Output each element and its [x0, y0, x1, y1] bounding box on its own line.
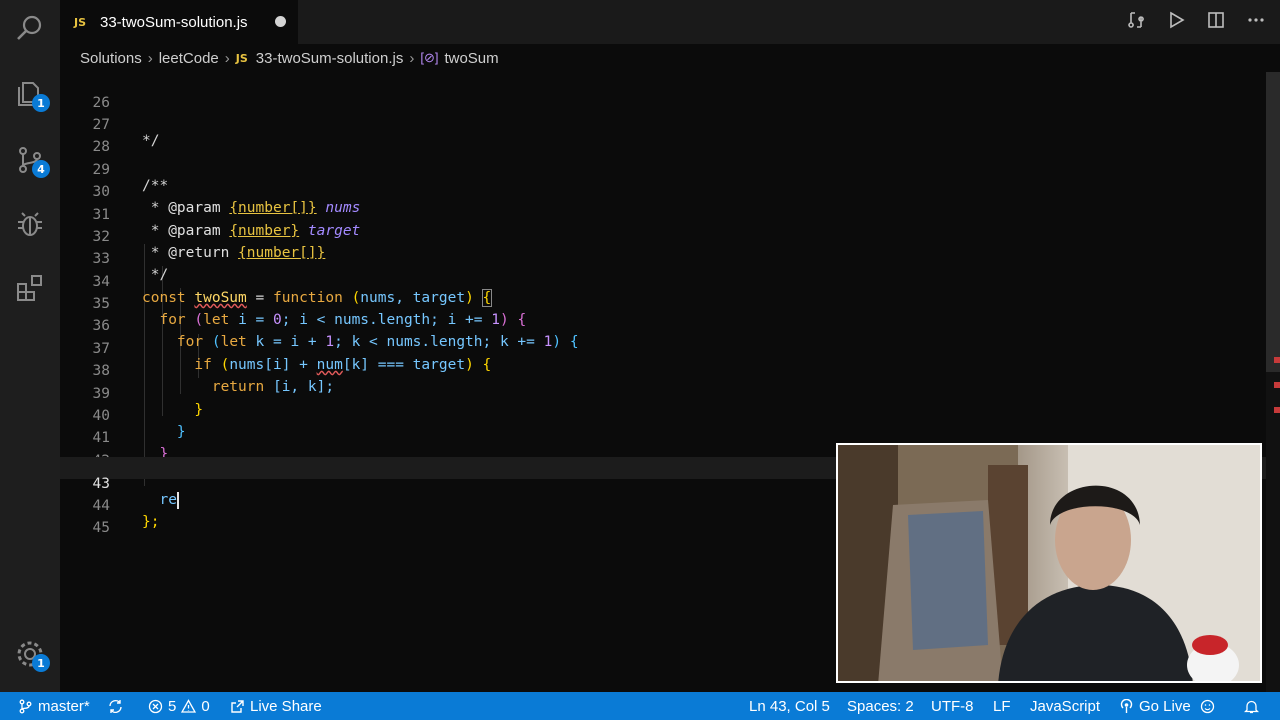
- code-line: 28: [92, 139, 110, 155]
- sync-icon: [109, 699, 122, 713]
- eol-setting[interactable]: LF: [993, 692, 1011, 720]
- code-line: 38 return [i, k];: [92, 363, 335, 395]
- more-actions-icon[interactable]: [1246, 10, 1266, 34]
- code-line: 34 const twoSum = function (nums, target…: [92, 274, 493, 307]
- code-line: 31 * @param {number} target: [92, 207, 361, 239]
- warning-count: 0: [201, 697, 210, 715]
- breadcrumb-item-solutions[interactable]: Solutions: [80, 50, 142, 67]
- status-bar: master* 5 0 Live Share Ln 43, Col 5 Spac…: [0, 692, 1280, 720]
- code-line: 32 * @return {number[]}: [92, 229, 326, 261]
- split-editor-icon[interactable]: [1206, 10, 1226, 34]
- warning-icon: [181, 698, 197, 713]
- code-line: 40 }: [92, 408, 186, 440]
- code-line: 36 for (let k = i + 1; k < nums.length; …: [92, 318, 579, 350]
- feedback-button[interactable]: [1200, 692, 1215, 720]
- tab-twosum-solution[interactable]: JS 33-twoSum-solution.js: [60, 0, 298, 44]
- scm-badge: 4: [32, 160, 50, 178]
- scrollbar-thumb[interactable]: [1266, 72, 1280, 372]
- cursor-position[interactable]: Ln 43, Col 5: [749, 692, 830, 720]
- code-line: 27 */: [92, 117, 160, 149]
- problems-indicator[interactable]: 5 0: [148, 692, 210, 720]
- broadcast-icon: [1120, 698, 1133, 713]
- javascript-file-icon: JS: [235, 51, 248, 65]
- unsaved-dot-icon[interactable]: [275, 16, 286, 27]
- chevron-right-icon: ›: [147, 49, 153, 67]
- language-mode[interactable]: JavaScript: [1030, 692, 1100, 720]
- webcam-person-image: [838, 445, 1260, 681]
- settings-gear-icon[interactable]: 1: [10, 634, 50, 674]
- code-line: 29 /**: [92, 162, 169, 194]
- explorer-badge: 1: [32, 94, 50, 112]
- editor-actions: [1126, 0, 1266, 44]
- run-play-icon[interactable]: [1166, 10, 1186, 34]
- breadcrumb-item-file[interactable]: 33-twoSum-solution.js: [256, 50, 404, 67]
- error-marker: [1274, 357, 1280, 363]
- javascript-file-icon: JS: [74, 15, 87, 29]
- symbol-variable-icon: [⊘]: [420, 50, 439, 65]
- code-line: 30 * @param {number[]} nums: [92, 184, 361, 216]
- breadcrumb: Solutions › leetCode › JS 33-twoSum-solu…: [60, 44, 1280, 72]
- code-line: 41 }: [92, 430, 169, 462]
- breadcrumb-item-symbol[interactable]: twoSum: [444, 50, 498, 67]
- activity-bar: 1 4 1: [0, 0, 60, 692]
- tab-title: 33-twoSum-solution.js: [100, 13, 248, 31]
- bell-icon: [1244, 700, 1259, 713]
- code-line: 35 for (let i = 0; i < nums.length; i +=…: [92, 296, 527, 328]
- git-branch-icon: [19, 699, 32, 713]
- source-control-icon[interactable]: 4: [10, 140, 50, 180]
- go-live-button[interactable]: Go Live: [1119, 692, 1191, 720]
- code-line: 37 if (nums[i] + num[k] === target) {: [92, 341, 492, 373]
- code-line: 26: [92, 95, 110, 111]
- live-share-icon: [231, 699, 244, 713]
- chevron-right-icon: ›: [224, 49, 230, 67]
- error-icon: [148, 699, 163, 713]
- encoding-setting[interactable]: UTF-8: [931, 692, 974, 720]
- live-share-label: Live Share: [250, 697, 322, 715]
- breadcrumb-item-leetcode[interactable]: leetCode: [159, 50, 219, 67]
- go-live-label: Go Live: [1139, 697, 1191, 715]
- search-icon[interactable]: [10, 8, 50, 48]
- settings-badge: 1: [32, 654, 50, 672]
- notifications-button[interactable]: [1244, 692, 1259, 720]
- webcam-overlay: [836, 443, 1262, 683]
- error-marker: [1274, 382, 1280, 388]
- live-share-button[interactable]: Live Share: [230, 692, 322, 720]
- extensions-icon[interactable]: [10, 268, 50, 308]
- chevron-right-icon: ›: [409, 49, 415, 67]
- error-marker: [1274, 407, 1280, 413]
- code-line: 33 */: [92, 251, 169, 283]
- explorer-files-icon[interactable]: 1: [10, 74, 50, 114]
- branch-name: master*: [38, 697, 90, 715]
- indentation-setting[interactable]: Spaces: 2: [847, 692, 914, 720]
- run-debug-icon[interactable]: [10, 204, 50, 244]
- branch-indicator[interactable]: master*: [18, 692, 90, 720]
- open-changes-icon[interactable]: [1126, 10, 1146, 34]
- sync-button[interactable]: [108, 692, 123, 720]
- code-line: 39 }: [92, 386, 204, 418]
- feedback-icon: [1200, 699, 1215, 713]
- error-count: 5: [168, 697, 177, 715]
- tab-bar: JS 33-twoSum-solution.js: [60, 0, 1280, 44]
